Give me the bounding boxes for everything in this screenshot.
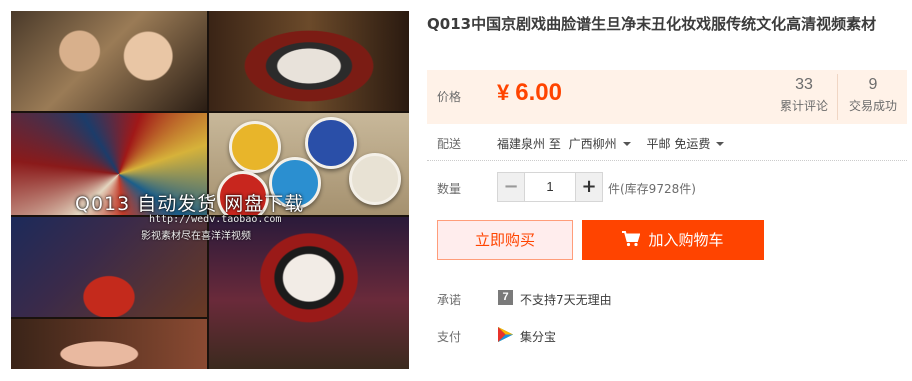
reviews-stat[interactable]: 33 累计评论: [769, 74, 839, 116]
quantity-decrease-button[interactable]: −: [498, 173, 525, 201]
quantity-input[interactable]: [525, 173, 575, 201]
price-value: ¥6.00: [497, 79, 562, 107]
promise-label: 承诺: [437, 293, 462, 307]
quantity-stepper: − +: [497, 172, 603, 202]
image-tile-painted-face: [209, 11, 409, 111]
price-label: 价格: [437, 90, 462, 104]
quantity-label: 数量: [437, 182, 462, 196]
product-main-image[interactable]: Q013 自动发货 网盘下载 http://wedv.taobao.com 影视…: [11, 11, 409, 369]
shipping-method-select[interactable]: 平邮 免运费: [647, 137, 725, 151]
paint-dish-yellow: [229, 121, 281, 173]
shipping-destination-select[interactable]: 广西柳州: [569, 137, 631, 151]
shipping-label: 配送: [437, 137, 462, 151]
reviews-count: 33: [795, 76, 813, 93]
seven-day-return-icon: 7: [498, 290, 513, 305]
image-tile-makeup-closeup: [11, 319, 207, 369]
chevron-down-icon: [622, 141, 631, 146]
payment-label: 支付: [437, 330, 462, 344]
sales-stat: 9 交易成功: [837, 74, 908, 120]
buy-now-button[interactable]: 立即购买: [437, 220, 573, 260]
shipping-destination: 广西柳州: [568, 137, 617, 151]
currency-symbol: ¥: [497, 80, 510, 105]
product-title: Q013中国京剧戏曲脸谱生旦净末丑化妆戏服传统文化高清视频素材: [427, 15, 877, 33]
price-panel: 价格 ¥6.00 33 累计评论 9 交易成功: [427, 70, 907, 124]
quantity-increase-button[interactable]: +: [575, 173, 602, 201]
shipping-method: 平邮 免运费: [646, 137, 711, 151]
promise-text[interactable]: 不支持7天无理由: [520, 291, 612, 308]
gallery-watermark-sub: 影视素材尽在喜洋洋视频: [141, 231, 251, 242]
paint-dish-blue: [305, 117, 357, 169]
image-tile-opera-makeup: [11, 11, 207, 111]
reviews-label: 累计评论: [779, 99, 828, 113]
shipping-info: 福建泉州 至 广西柳州 平邮 免运费: [497, 135, 725, 152]
gallery-watermark-url: http://wedv.taobao.com: [149, 214, 282, 225]
sales-label: 交易成功: [848, 99, 897, 113]
divider: [427, 160, 907, 161]
price-amount: 6.00: [515, 79, 562, 106]
sales-count: 9: [868, 76, 878, 93]
add-to-cart-button[interactable]: 加入购物车: [582, 220, 764, 260]
jifenbao-icon: [498, 327, 513, 342]
shipping-from: 福建泉州 至: [497, 137, 561, 151]
paint-dish-white: [349, 153, 401, 205]
payment-method[interactable]: 集分宝: [520, 328, 556, 345]
chevron-down-icon: [716, 141, 725, 146]
add-to-cart-label: 加入购物车: [648, 231, 724, 249]
stock-info: 件(库存9728件): [608, 182, 696, 196]
gallery-watermark: Q013 自动发货 网盘下载: [75, 193, 305, 215]
cart-icon: [622, 231, 641, 247]
